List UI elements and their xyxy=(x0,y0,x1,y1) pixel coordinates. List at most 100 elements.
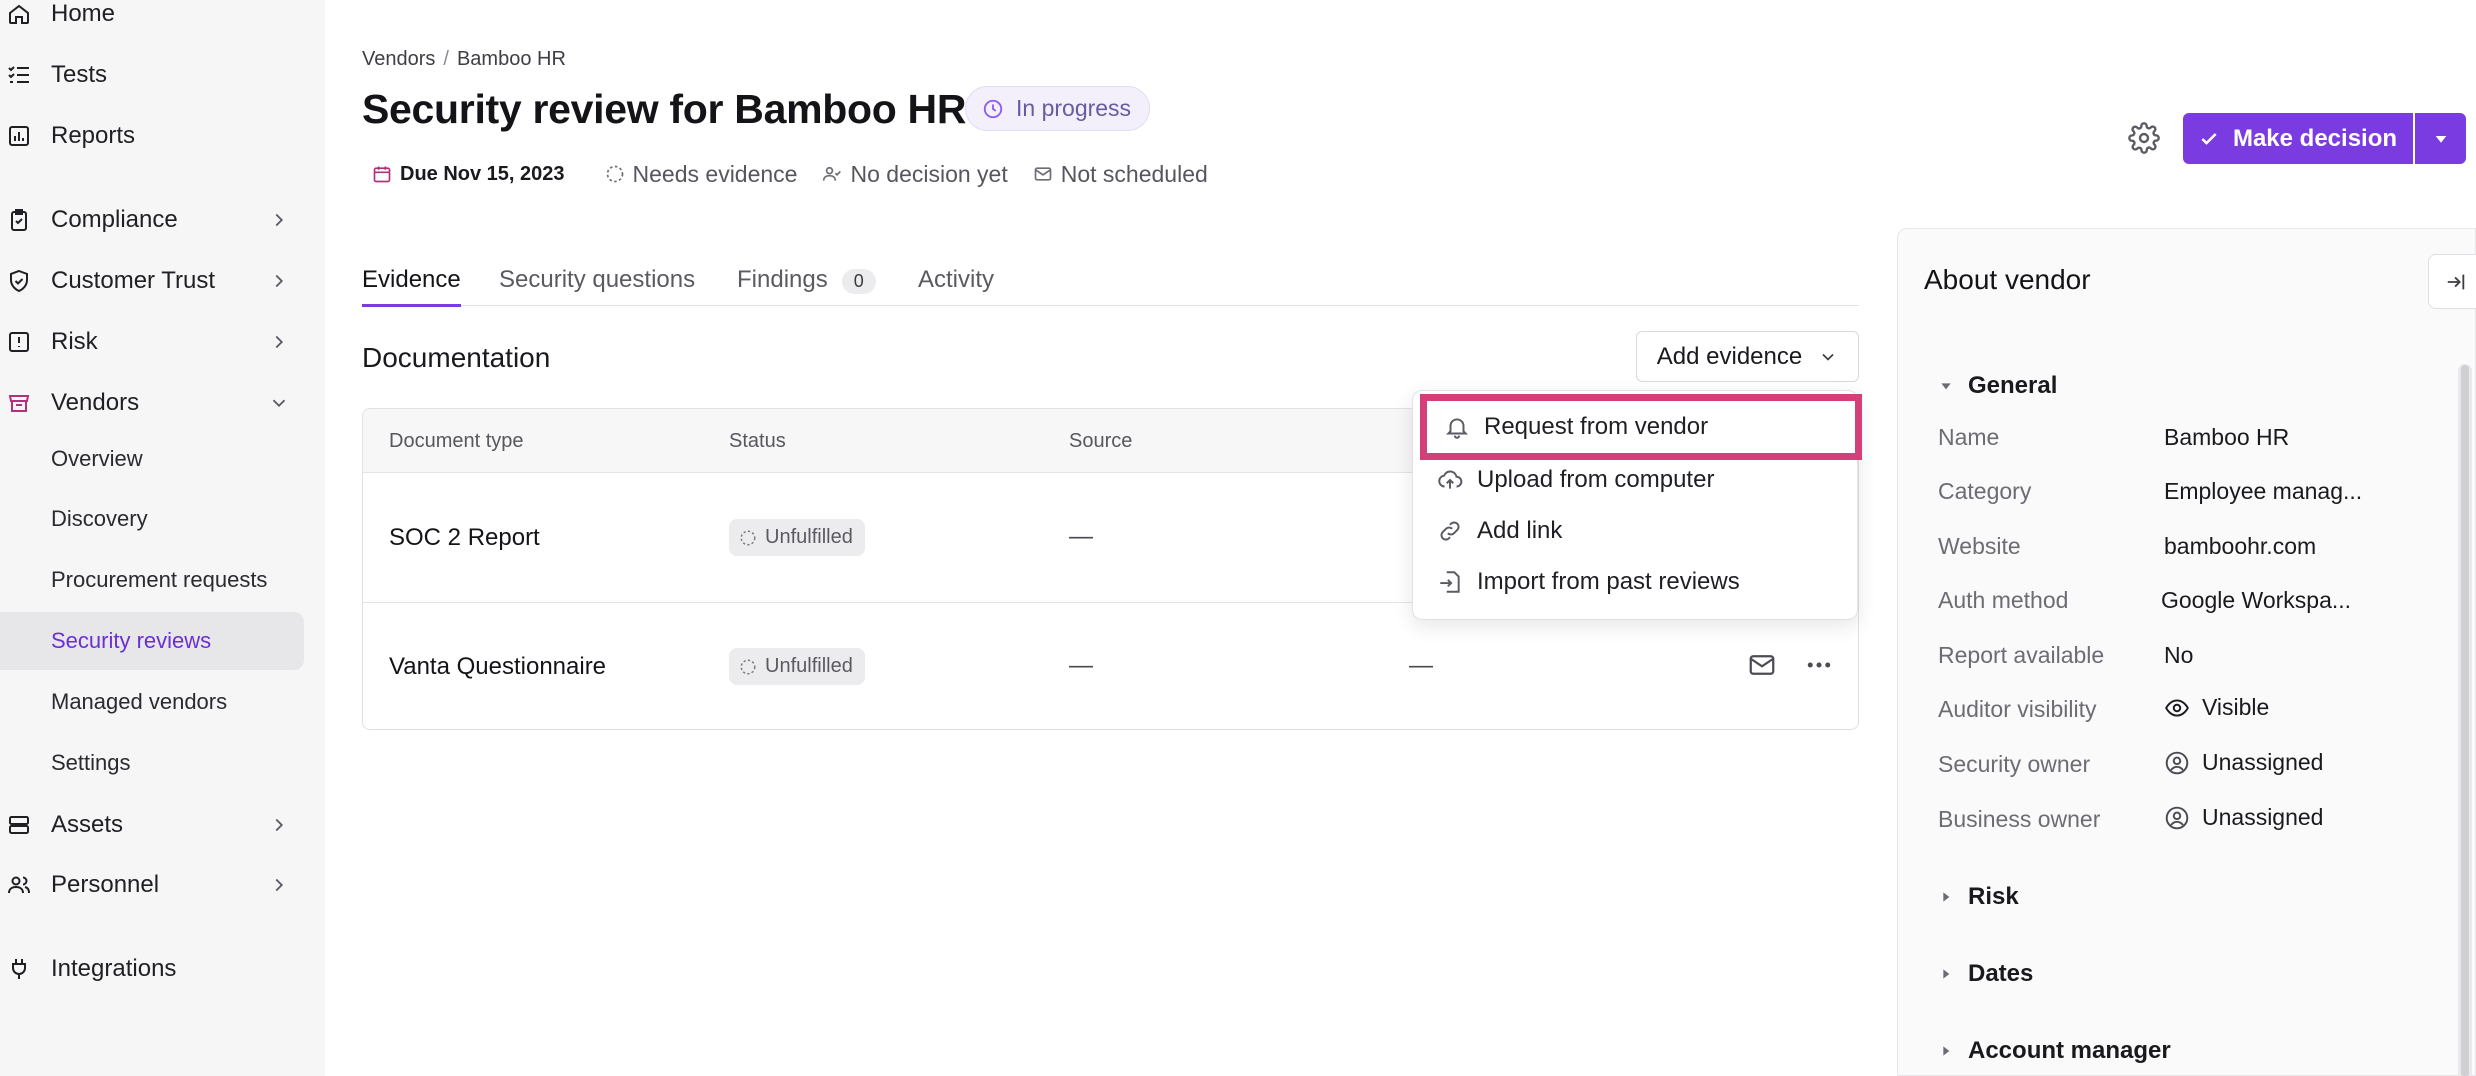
section-dates-label: Dates xyxy=(1968,960,2034,987)
column-header: Source xyxy=(1069,430,1133,452)
field-value: Unassigned xyxy=(2202,804,2324,830)
review-meta: Due Nov 15, 2023 Needs evidence No decis… xyxy=(372,158,1233,190)
collapse-panel-button[interactable] xyxy=(2428,254,2476,309)
menu-item-request-from-vendor[interactable]: Request from vendor xyxy=(1420,394,1862,460)
user-circle-icon xyxy=(2165,751,2189,774)
field-label: Security owner xyxy=(1938,751,2091,777)
users-icon xyxy=(823,166,842,181)
sidebar-item-customer-trust[interactable]: Customer Trust xyxy=(0,251,304,311)
tab-activity[interactable]: Activity xyxy=(918,266,994,306)
field-value: Unassigned xyxy=(2202,749,2324,775)
chevron-down-icon xyxy=(1822,353,1834,361)
auditor-visibility-value[interactable]: Visible xyxy=(2164,694,2269,721)
tab-evidence[interactable]: Evidence xyxy=(362,266,461,307)
status-label: Unfulfilled xyxy=(765,655,853,677)
sidebar-subitem-settings[interactable]: Settings xyxy=(0,734,304,792)
website-link[interactable]: bamboohr.com xyxy=(2164,533,2316,560)
security-owner-value[interactable]: Unassigned xyxy=(2164,749,2323,776)
menu-item-import-from-past-reviews[interactable]: Import from past reviews xyxy=(1413,556,1857,607)
table-row[interactable]: Vanta Questionnaire Unfulfilled — — xyxy=(363,602,1858,729)
caret-right-icon xyxy=(1943,1046,1950,1056)
panel-scrollbar-thumb[interactable] xyxy=(2461,365,2469,1076)
sidebar: Home Tests Reports Compliance Customer T… xyxy=(0,0,325,1076)
sidebar-subitem-discovery[interactable]: Discovery xyxy=(0,490,304,548)
document-type-cell: Vanta Questionnaire xyxy=(389,653,607,680)
sidebar-subitem-procurement-requests[interactable]: Procurement requests xyxy=(0,551,304,609)
check-icon xyxy=(2201,132,2217,145)
sidebar-item-label: Integrations xyxy=(51,955,177,982)
sidebar-item-label: Tests xyxy=(51,61,108,88)
sidebar-item-vendors[interactable]: Vendors xyxy=(0,373,304,433)
field-value: Bamboo HR xyxy=(2164,424,2290,450)
sidebar-item-label: Risk xyxy=(51,328,98,355)
tab-security-questions[interactable]: Security questions xyxy=(499,266,695,306)
business-owner-value[interactable]: Unassigned xyxy=(2164,804,2323,831)
chevron-right-icon xyxy=(275,274,284,288)
field-value: Visible xyxy=(2202,694,2270,720)
sidebar-subitem-overview[interactable]: Overview xyxy=(0,430,304,488)
make-decision-menu-button[interactable] xyxy=(2415,113,2466,164)
sidebar-subitem-label: Discovery xyxy=(51,506,148,531)
section-dates-toggle[interactable]: Dates xyxy=(1938,960,2033,988)
risk-icon xyxy=(4,327,34,357)
add-evidence-label: Add evidence xyxy=(1656,342,1803,370)
caret-down-icon xyxy=(2435,135,2446,143)
compliance-icon xyxy=(4,205,34,235)
tab-findings[interactable]: Findings 0 xyxy=(737,266,876,306)
source-cell: — xyxy=(1069,652,1093,679)
sidebar-item-compliance[interactable]: Compliance xyxy=(0,190,304,250)
section-general-toggle[interactable]: General xyxy=(1938,372,2057,400)
section-general-label: General xyxy=(1968,372,2058,399)
breadcrumb-parent[interactable]: Vendors xyxy=(362,48,435,71)
sidebar-item-home[interactable]: Home xyxy=(0,0,304,44)
sidebar-item-risk[interactable]: Risk xyxy=(0,312,304,372)
gear-icon[interactable] xyxy=(2128,122,2160,154)
sidebar-subitem-security-reviews[interactable]: Security reviews xyxy=(0,612,304,670)
sidebar-item-personnel[interactable]: Personnel xyxy=(0,855,304,915)
mail-icon[interactable] xyxy=(1747,650,1777,680)
sidebar-item-label: Personnel xyxy=(51,871,160,898)
sidebar-item-label: Reports xyxy=(51,122,136,149)
sidebar-item-assets[interactable]: Assets xyxy=(0,795,304,855)
chevron-right-icon xyxy=(275,335,284,349)
menu-item-label: Add link xyxy=(1477,516,1563,544)
menu-item-add-link[interactable]: Add link xyxy=(1413,505,1857,556)
status-label: In progress xyxy=(1016,95,1132,121)
evidence-status-label: Needs evidence xyxy=(632,160,798,187)
import-icon xyxy=(1440,570,1460,593)
decision-status-label: No decision yet xyxy=(850,160,1008,187)
sidebar-item-tests[interactable]: Tests xyxy=(0,45,304,105)
bell-icon xyxy=(1445,418,1469,439)
sidebar-item-integrations[interactable]: Integrations xyxy=(0,939,304,999)
sidebar-item-label: Vendors xyxy=(51,389,140,416)
sidebar-item-reports[interactable]: Reports xyxy=(0,106,304,166)
shield-check-icon xyxy=(4,266,34,296)
more-options-icon[interactable] xyxy=(1804,650,1834,680)
field-value: No xyxy=(2164,642,2194,668)
status-badge: Unfulfilled xyxy=(729,648,865,685)
caret-right-icon xyxy=(1943,892,1950,902)
field-label: Auditor visibility xyxy=(1938,696,2097,722)
section-risk-toggle[interactable]: Risk xyxy=(1938,883,2019,911)
assets-icon xyxy=(4,810,34,840)
sidebar-subitem-managed-vendors[interactable]: Managed vendors xyxy=(0,673,304,731)
vendors-icon xyxy=(4,388,34,418)
field-label: Business owner xyxy=(1938,806,2101,832)
due-date[interactable]: Due Nov 15, 2023 xyxy=(372,163,565,186)
about-vendor-panel: About vendor General Name Bamboo HR Cate… xyxy=(1897,228,2476,1076)
field-label: Report available xyxy=(1938,642,2105,668)
field-value: Employee manag... xyxy=(2164,478,2363,504)
make-decision-button[interactable]: Make decision xyxy=(2183,113,2413,164)
add-evidence-button[interactable]: Add evidence xyxy=(1636,331,1859,382)
section-account-manager-label: Account manager xyxy=(1968,1037,2171,1064)
cloud-upload-icon xyxy=(1438,470,1463,489)
reports-icon xyxy=(4,121,34,151)
mail-icon xyxy=(1034,167,1052,181)
menu-item-upload-from-computer[interactable]: Upload from computer xyxy=(1413,454,1857,505)
home-icon xyxy=(4,0,34,29)
field-label: Auth method xyxy=(1938,587,2069,613)
column-header: Status xyxy=(729,430,786,452)
caret-right-icon xyxy=(1943,969,1950,979)
source-cell: — xyxy=(1069,523,1093,550)
section-account-manager-toggle[interactable]: Account manager xyxy=(1938,1037,2171,1065)
